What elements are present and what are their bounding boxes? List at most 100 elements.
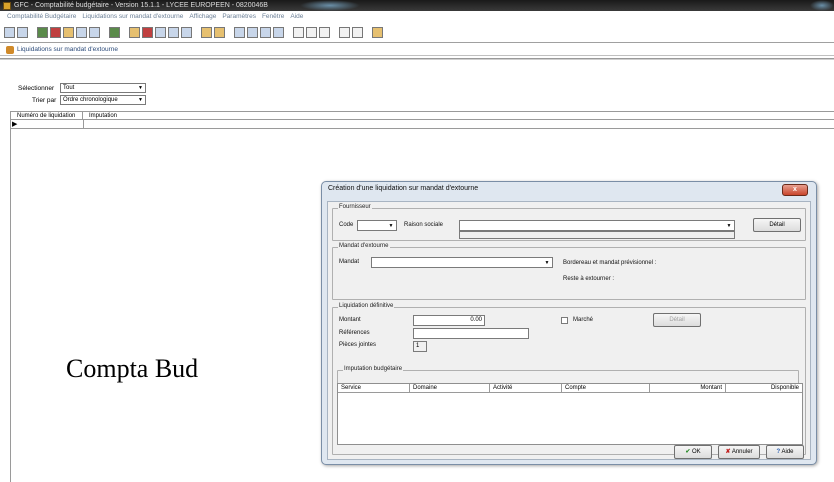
- code-label: Code: [339, 222, 354, 228]
- toolbar-home-icon[interactable]: [4, 27, 15, 38]
- close-button[interactable]: x: [782, 184, 808, 196]
- pieces-label: Pièces jointes: [339, 342, 377, 348]
- toolbar-transfer1-icon[interactable]: [201, 27, 212, 38]
- menu-parametres[interactable]: Paramètres: [219, 11, 259, 23]
- toolbar-table2-icon[interactable]: [247, 27, 258, 38]
- fournisseur-group-label: Fournisseur: [338, 204, 372, 210]
- toolbar-tools-icon[interactable]: [129, 27, 140, 38]
- sort-combo[interactable]: Ordre chronologique ▼: [60, 95, 146, 105]
- help-button[interactable]: ? Aide: [766, 445, 804, 459]
- mandat-group-label: Mandat d'extourne: [338, 243, 390, 249]
- title-glow-right: [810, 0, 834, 11]
- raison-label: Raison sociale: [404, 222, 444, 228]
- imputation-grid[interactable]: Service Domaine Activité Compte Montant …: [337, 383, 803, 445]
- column-header-domaine[interactable]: Domaine: [410, 384, 490, 392]
- toolbar-copy-icon[interactable]: [306, 27, 317, 38]
- bordereau-label: Bordereau et mandat prévisionnel :: [563, 260, 657, 266]
- fournisseur-detail-button[interactable]: Détail: [753, 218, 801, 232]
- overlay-caption: Compta Bud: [66, 354, 199, 383]
- toolbar-grid-icon[interactable]: [89, 27, 100, 38]
- toolbar-export-icon[interactable]: [372, 27, 383, 38]
- imputation-group-label: Imputation budgétaire: [343, 366, 404, 372]
- child-title-text: Liquidations sur mandat d'extourne: [17, 46, 118, 53]
- toolbar-doc2-icon[interactable]: [168, 27, 179, 38]
- column-header-service[interactable]: Service: [338, 384, 410, 392]
- montant-label: Montant: [339, 317, 361, 323]
- code-combo[interactable]: ▼: [357, 220, 397, 231]
- toolbar-people-icon[interactable]: [109, 27, 120, 38]
- mandat-combo[interactable]: ▼: [371, 257, 553, 268]
- toolbar-table3-icon[interactable]: [260, 27, 271, 38]
- liquidation-detail-button[interactable]: Détail: [653, 313, 701, 327]
- toolbar-list-icon[interactable]: [76, 27, 87, 38]
- ok-button[interactable]: ✔ OK: [674, 445, 712, 459]
- column-header-disponible[interactable]: Disponible: [726, 384, 802, 392]
- app-title-bar: GFC - Comptabilité budgétaire - Version …: [0, 0, 834, 11]
- chevron-down-icon: ▼: [544, 260, 550, 266]
- toolbar-print-icon[interactable]: [352, 27, 363, 38]
- chevron-down-icon: ▼: [726, 223, 732, 229]
- grid-divider: [83, 120, 84, 129]
- pieces-field[interactable]: 1: [413, 341, 427, 352]
- toolbar-table4-icon[interactable]: [273, 27, 284, 38]
- marche-checkbox[interactable]: [561, 317, 568, 324]
- raison-combo[interactable]: ▼: [459, 220, 735, 231]
- imputation-grid-header: Service Domaine Activité Compte Montant …: [338, 384, 802, 393]
- mandat-label: Mandat: [339, 259, 360, 265]
- dialog-title: Création d'une liquidation sur mandat d'…: [328, 185, 479, 192]
- cancel-button[interactable]: ✘ Annuler: [718, 445, 760, 459]
- column-header-imputation[interactable]: Imputation: [83, 112, 183, 119]
- chevron-down-icon: ▼: [138, 85, 143, 91]
- chevron-down-icon: ▼: [138, 97, 143, 103]
- table-row[interactable]: [11, 120, 834, 129]
- toolbar-mail-icon[interactable]: [63, 27, 74, 38]
- window-icon: [6, 46, 14, 54]
- select-label: Sélectionner: [18, 85, 55, 92]
- toolbar-edit-icon[interactable]: [339, 27, 350, 38]
- toolbar-folder-icon[interactable]: [17, 27, 28, 38]
- child-window-title: Liquidations sur mandat d'extourne: [0, 44, 834, 56]
- menu-liquidations[interactable]: Liquidations sur mandat d'extourne: [79, 11, 186, 23]
- cancel-x-icon: ✘: [725, 449, 731, 455]
- column-header-activite[interactable]: Activité: [490, 384, 562, 392]
- row-indicator-icon: ▶: [12, 121, 18, 128]
- references-label: Références: [339, 330, 370, 336]
- app-icon: [3, 2, 11, 10]
- title-glow: [300, 0, 360, 11]
- column-header-numero[interactable]: Numéro de liquidation: [11, 112, 83, 119]
- column-header-compte[interactable]: Compte: [562, 384, 650, 392]
- toolbar-truck-icon[interactable]: [142, 27, 153, 38]
- mandat-group: Mandat d'extourne Mandat ▼ Bordereau et …: [332, 243, 806, 300]
- help-question-icon: ?: [776, 449, 781, 455]
- sort-label: Trier par: [32, 97, 57, 104]
- references-field[interactable]: [413, 328, 529, 339]
- toolbar-doc3-icon[interactable]: [181, 27, 192, 38]
- cancel-label: Annuler: [731, 449, 753, 455]
- toolbar-delete-icon[interactable]: [319, 27, 330, 38]
- menu-aide[interactable]: Aide: [287, 11, 306, 23]
- grid-header: Numéro de liquidation Imputation: [11, 111, 834, 120]
- toolbar-table1-icon[interactable]: [234, 27, 245, 38]
- menu-comptabilite[interactable]: Comptabilité Budgétaire: [0, 11, 79, 23]
- toolbar-book-icon[interactable]: [50, 27, 61, 38]
- toolbar-transfer2-icon[interactable]: [214, 27, 225, 38]
- column-header-montant[interactable]: Montant: [650, 384, 726, 392]
- toolbar-budget-icon[interactable]: [37, 27, 48, 38]
- select-combo[interactable]: Tout ▼: [60, 83, 146, 93]
- menu-affichage[interactable]: Affichage: [186, 11, 219, 23]
- toolbar-new-icon[interactable]: [293, 27, 304, 38]
- raison-secondary: [459, 231, 735, 239]
- toolbar-doc1-icon[interactable]: [155, 27, 166, 38]
- menu-fenetre[interactable]: Fenêtre: [259, 11, 287, 23]
- select-value: Tout: [63, 85, 75, 91]
- menu-bar: Comptabilité Budgétaire Liquidations sur…: [0, 11, 834, 23]
- toolbar: [0, 23, 834, 43]
- fournisseur-group: Fournisseur Code ▼ Raison sociale ▼ Déta…: [332, 204, 806, 241]
- chevron-down-icon: ▼: [388, 223, 394, 229]
- ok-check-icon: ✔: [685, 449, 691, 455]
- help-label: Aide: [781, 449, 794, 455]
- reste-label: Reste à extourner :: [563, 276, 615, 282]
- montant-field[interactable]: 0.00: [413, 315, 485, 326]
- marche-label: Marché: [573, 317, 594, 323]
- create-liquidation-dialog: Création d'une liquidation sur mandat d'…: [321, 181, 817, 465]
